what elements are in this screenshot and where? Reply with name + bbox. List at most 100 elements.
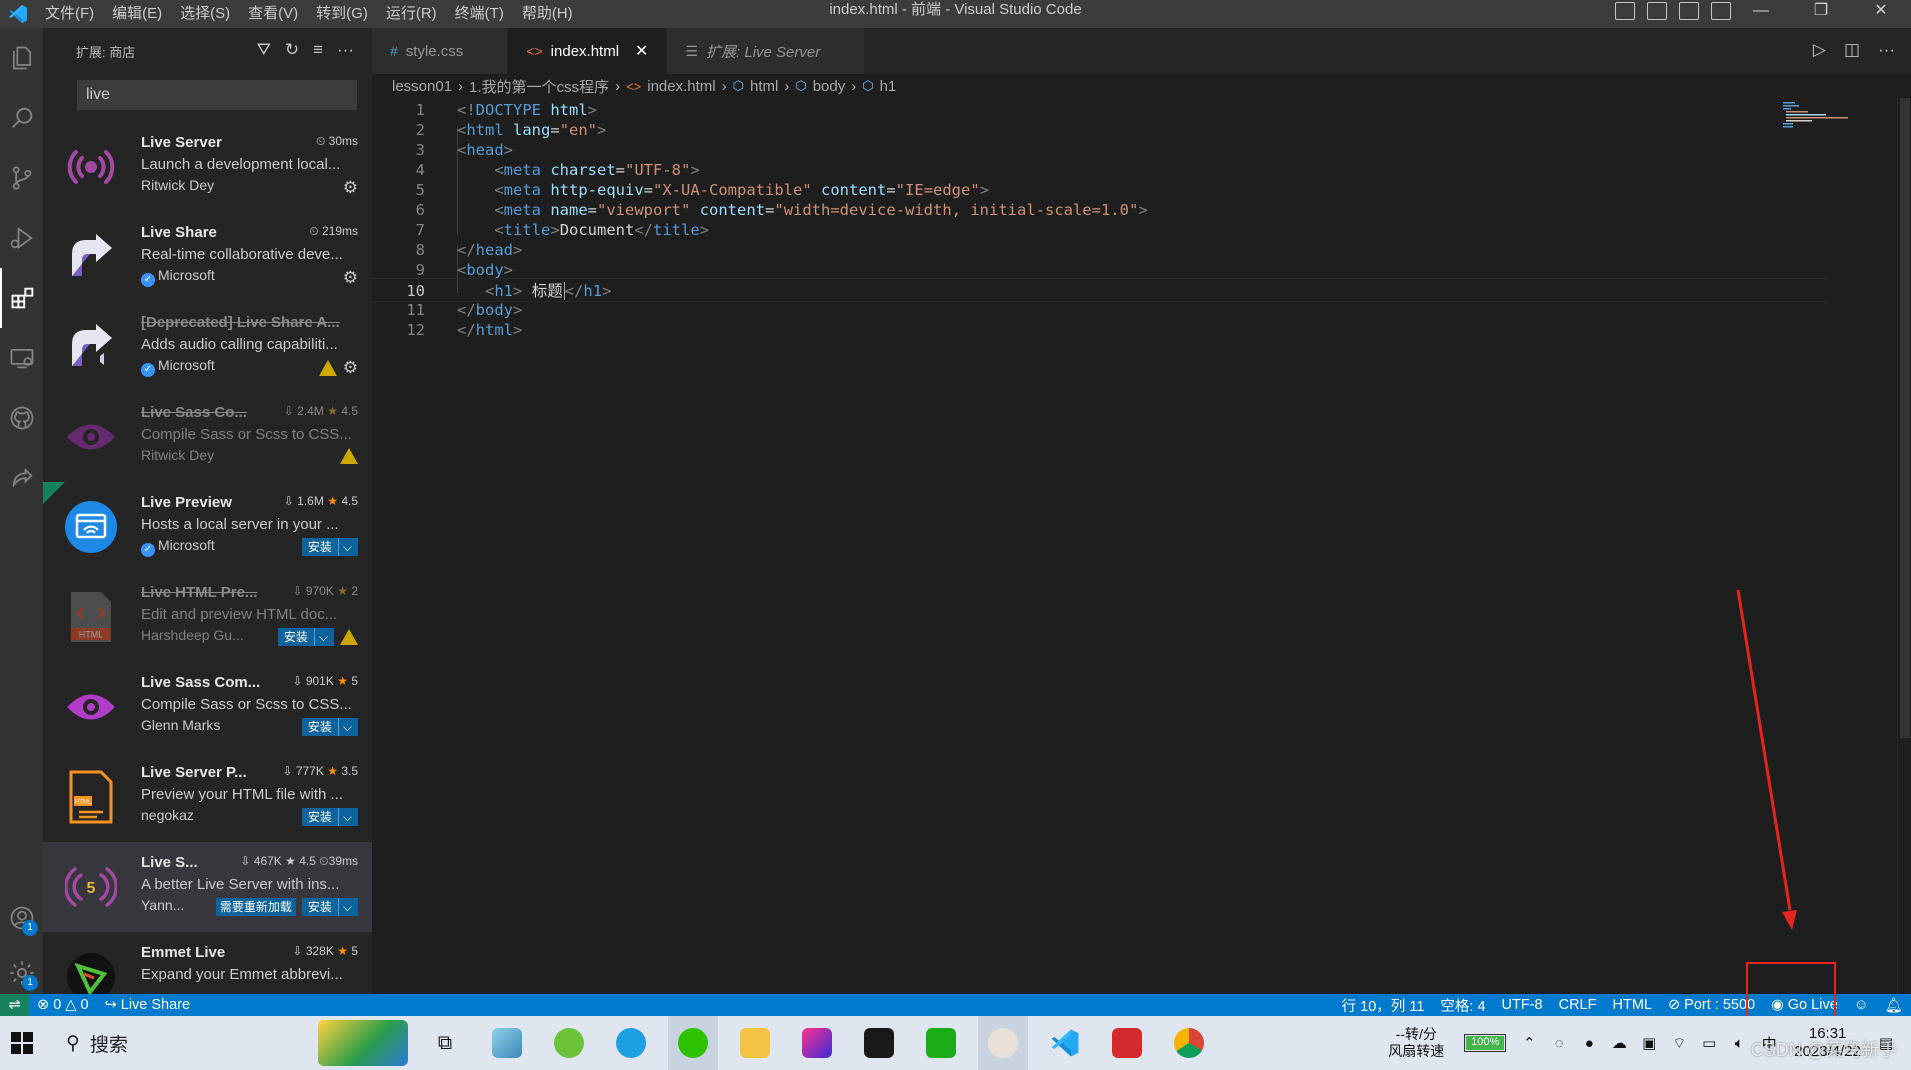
clock[interactable]: 16:31 2023/4/22 — [1794, 1025, 1861, 1061]
clear-results-icon[interactable]: ≡ — [313, 40, 323, 60]
restore-icon[interactable]: ❐ — [1791, 0, 1851, 24]
menu-help[interactable]: 帮助(H) — [513, 0, 582, 28]
app-chrome-icon[interactable] — [1164, 1016, 1214, 1070]
app-avatar-icon[interactable] — [978, 1016, 1028, 1070]
extension-item-live-server-preview[interactable]: HTML Live Server P... ⇩ 777K ★ 3.5 Previ… — [43, 752, 372, 842]
close-tab-icon[interactable]: ✕ — [635, 41, 648, 61]
app-vscode-icon[interactable] — [1040, 1016, 1090, 1070]
close-window-icon[interactable]: ✕ — [1851, 0, 1911, 24]
breadcrumb-item[interactable]: index.html — [647, 78, 715, 95]
qq-icon[interactable]: ● — [1578, 1032, 1600, 1054]
live-share-status[interactable]: ↪ Live Share — [97, 997, 199, 1013]
ime-indicator[interactable]: 中 — [1758, 1032, 1780, 1054]
install-button[interactable]: 安装 ⌵ — [301, 808, 358, 826]
menu-run[interactable]: 运行(R) — [377, 0, 446, 28]
install-button[interactable]: 安装 ⌵ — [301, 898, 358, 916]
notification-center-icon[interactable]: ▤ — [1875, 1032, 1897, 1054]
breadcrumb-item[interactable]: h1 — [880, 78, 897, 95]
install-button[interactable]: 安装 ⌵ — [301, 538, 358, 556]
split-editor-icon[interactable]: ◫ — [1844, 40, 1860, 60]
breadcrumb-item[interactable]: 1.我的第一个css程序 — [469, 76, 609, 97]
file-encoding[interactable]: UTF-8 — [1494, 997, 1551, 1013]
language-mode[interactable]: HTML — [1604, 997, 1659, 1013]
breadcrumb-item[interactable]: lesson01 — [392, 78, 452, 95]
manage-gear-icon[interactable]: ⚙ — [343, 268, 358, 288]
indentation[interactable]: 空格: 4 — [1432, 995, 1493, 1016]
chevron-up-icon[interactable]: ⌃ — [1518, 1032, 1540, 1054]
app-wps-icon[interactable] — [1102, 1016, 1152, 1070]
search-icon[interactable] — [0, 88, 43, 148]
tab-style-css[interactable]: # style.css — [372, 28, 509, 74]
toggle-primary-sidebar-icon[interactable] — [1615, 2, 1635, 20]
manage-gear-icon[interactable]: ⚙ — [343, 358, 358, 378]
cursor-position[interactable]: 行 10，列 11 — [1334, 995, 1433, 1016]
breadcrumb-item[interactable]: html — [750, 78, 778, 95]
extension-item-live-server[interactable]: Live Server ⏲ 30ms Launch a development … — [43, 122, 372, 212]
extension-item-five-server[interactable]: 5 Live S... ⇩ 467K ★ 4.5 ⏲39ms A better … — [43, 842, 372, 932]
tab-index-html[interactable]: <> index.html ✕ — [508, 28, 668, 74]
filter-icon[interactable]: ⛛ — [257, 40, 271, 60]
chevron-down-icon[interactable]: ⌵ — [337, 808, 352, 826]
app-edge-icon[interactable] — [606, 1016, 656, 1070]
editor-scrollbar[interactable] — [1897, 98, 1911, 994]
app-notepad-icon[interactable] — [482, 1016, 532, 1070]
extension-item-live-sass-compiler[interactable]: Live Sass Com... ⇩ 901K ★ 5 Compile Sass… — [43, 662, 372, 752]
problems-indicator[interactable]: ⊗ 0 △ 0 — [29, 997, 97, 1013]
cloud-icon[interactable]: ☁ — [1608, 1032, 1630, 1054]
tray-app-icon[interactable]: ◌ — [1548, 1032, 1570, 1054]
extensions-icon[interactable] — [0, 268, 43, 328]
extension-item-live-share-audio[interactable]: [Deprecated] Live Share A... Adds audio … — [43, 302, 372, 392]
menu-go[interactable]: 转到(G) — [307, 0, 377, 28]
warning-icon[interactable] — [340, 448, 358, 464]
breadcrumb-item[interactable]: body — [813, 78, 846, 95]
feedback-icon[interactable]: ☺ — [1846, 997, 1877, 1013]
task-view-icon[interactable]: ⧉ — [420, 1016, 470, 1070]
github-icon[interactable] — [0, 388, 43, 448]
battery-icon[interactable]: ▭ — [1698, 1032, 1720, 1054]
extension-search-input[interactable] — [77, 80, 357, 110]
chevron-down-icon[interactable]: ⌵ — [313, 628, 328, 646]
more-actions-icon[interactable]: ··· — [337, 40, 354, 60]
extension-item-emmet-live[interactable]: Emmet Live ⇩ 328K ★ 5 Expand your Emmet … — [43, 932, 372, 994]
chevron-down-icon[interactable]: ⌵ — [337, 898, 352, 916]
menu-selection[interactable]: 选择(S) — [171, 0, 239, 28]
screenshot-icon[interactable]: ▣ — [1638, 1032, 1660, 1054]
extension-item-live-preview[interactable]: Live Preview ⇩ 1.6M ★ 4.5 Hosts a local … — [43, 482, 372, 572]
battery-indicator[interactable]: 100% — [1464, 1034, 1507, 1052]
extension-item-live-sass-compiler-old[interactable]: Live Sass Co... ⇩ 2.4M ★ 4.5 Compile Sas… — [43, 392, 372, 482]
install-button[interactable]: 安装 ⌵ — [277, 628, 334, 646]
warning-icon[interactable] — [318, 360, 337, 376]
explorer-icon[interactable] — [0, 28, 43, 88]
tab-extension-live-server[interactable]: ☰ 扩展: Live Server — [667, 28, 866, 74]
source-control-icon[interactable] — [0, 148, 43, 208]
install-button[interactable]: 安装 ⌵ — [301, 718, 358, 736]
wifi-icon[interactable]: ⌔ — [1668, 1032, 1690, 1054]
chevron-down-icon[interactable]: ⌵ — [337, 538, 352, 556]
toggle-secondary-sidebar-icon[interactable] — [1679, 2, 1699, 20]
run-icon[interactable]: ▷ — [1813, 40, 1826, 60]
reload-required-button[interactable]: 需要重新加载 — [215, 898, 296, 916]
refresh-icon[interactable]: ↻ — [285, 40, 299, 60]
app-file-explorer-icon[interactable] — [730, 1016, 780, 1070]
taskbar-search[interactable]: ⚲ 搜索 — [44, 1030, 284, 1057]
earth-day-widget-icon[interactable] — [318, 1020, 408, 1066]
live-share-icon[interactable] — [0, 448, 43, 508]
app-jetbrains-icon[interactable] — [792, 1016, 842, 1070]
menu-file[interactable]: 文件(F) — [36, 0, 103, 28]
extension-item-live-share[interactable]: Live Share ⏲ 219ms Real-time collaborati… — [43, 212, 372, 302]
minimize-icon[interactable]: — — [1731, 0, 1791, 24]
menu-edit[interactable]: 编辑(E) — [103, 0, 171, 28]
chevron-down-icon[interactable]: ⌵ — [337, 718, 352, 736]
toggle-panel-icon[interactable] — [1647, 2, 1667, 20]
app-shopping-icon[interactable] — [916, 1016, 966, 1070]
notifications-bell-icon[interactable]: 🔔︎ — [1877, 997, 1911, 1014]
manage-gear-icon[interactable]: ⚙ — [343, 178, 358, 198]
minimap[interactable] — [1781, 100, 1861, 130]
more-actions-icon[interactable]: ··· — [1878, 40, 1895, 60]
menu-terminal[interactable]: 终端(T) — [446, 0, 513, 28]
accounts-icon[interactable]: 1 — [0, 888, 43, 948]
code-editor[interactable]: 1 <!DOCTYPE html> 2 <html lang="en"> 3 <hea… — [372, 98, 1911, 994]
app-wechat-icon[interactable] — [668, 1016, 718, 1070]
warning-icon[interactable] — [340, 629, 358, 645]
end-of-line[interactable]: CRLF — [1551, 997, 1605, 1013]
